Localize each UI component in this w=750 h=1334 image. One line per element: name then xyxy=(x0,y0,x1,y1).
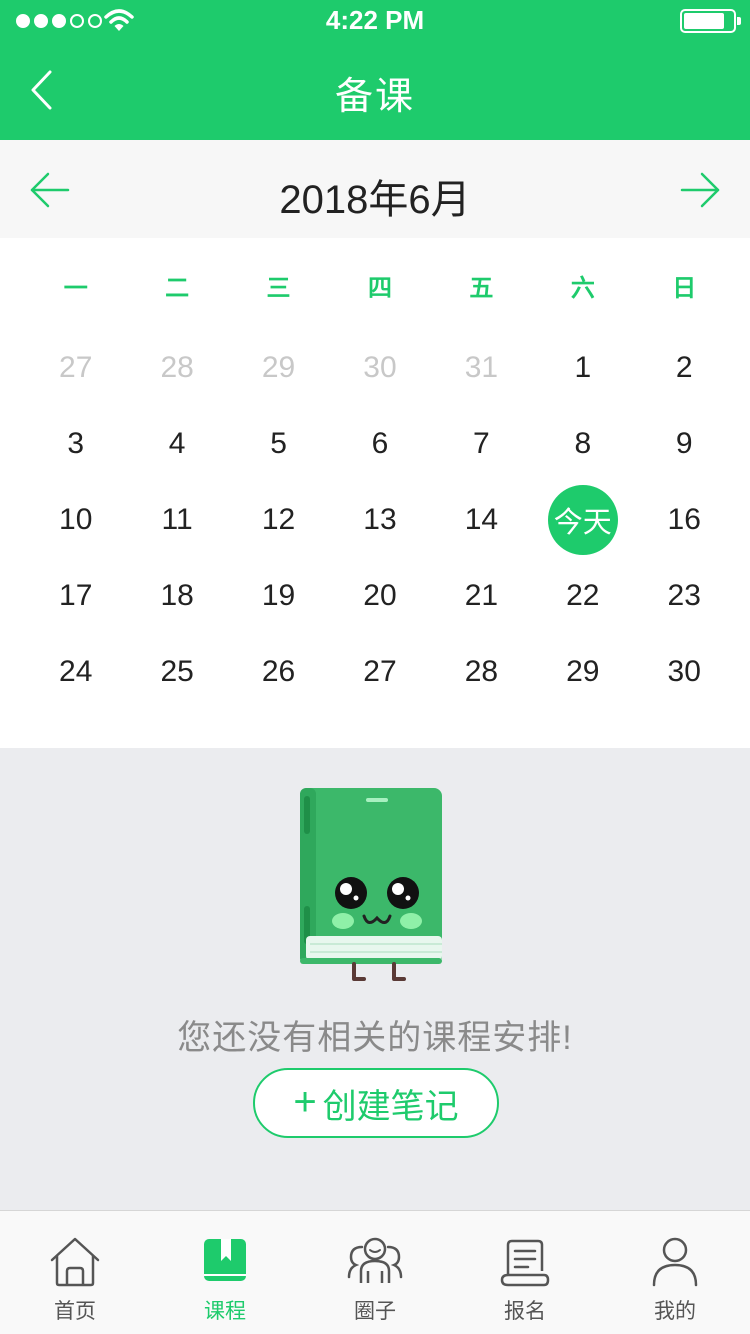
book-mascot-icon xyxy=(300,788,442,981)
calendar-day[interactable]: 1 xyxy=(532,330,633,406)
calendar-day[interactable]: 11 xyxy=(126,482,227,558)
calendar-day[interactable]: 20 xyxy=(329,558,430,634)
calendar-day[interactable]: 23 xyxy=(634,558,735,634)
calendar-day[interactable]: 18 xyxy=(126,558,227,634)
today-marker: 今天 xyxy=(547,485,618,555)
calendar-day[interactable]: 16 xyxy=(634,482,735,558)
person-icon xyxy=(652,1237,698,1287)
calendar-day[interactable]: 24 xyxy=(25,634,126,710)
tab-signup[interactable]: 报名 xyxy=(450,1211,600,1334)
calendar-day[interactable]: 29 xyxy=(228,330,329,406)
calendar-day[interactable]: 25 xyxy=(126,634,227,710)
calendar-day[interactable]: 27 xyxy=(25,330,126,406)
weekday-header: 一 二 三 四 五 六 日 xyxy=(25,268,735,303)
calendar-day[interactable]: 31 xyxy=(431,330,532,406)
status-time: 4:22 PM xyxy=(325,5,425,35)
calendar-day[interactable]: 9 xyxy=(634,406,735,482)
plus-icon: + xyxy=(293,1079,317,1124)
scroll-icon xyxy=(500,1239,550,1287)
calendar-day[interactable]: 21 xyxy=(431,558,532,634)
weekday-label: 五 xyxy=(469,275,494,302)
calendar-day[interactable]: 29 xyxy=(532,634,633,710)
next-month-button[interactable] xyxy=(678,170,722,210)
calendar-day[interactable]: 13 xyxy=(329,482,430,558)
weekday-label: 六 xyxy=(570,275,595,302)
tab-mine[interactable]: 我的 xyxy=(600,1211,750,1334)
tab-course[interactable]: 课程 xyxy=(150,1211,300,1334)
calendar-day[interactable]: 3 xyxy=(25,406,126,482)
weekday-label: 日 xyxy=(672,275,697,302)
calendar-day[interactable]: 26 xyxy=(228,634,329,710)
calendar-day[interactable]: 2 xyxy=(634,330,735,406)
group-icon xyxy=(347,1237,403,1283)
home-icon xyxy=(50,1237,100,1287)
tab-label: 圈子 xyxy=(354,1300,396,1323)
calendar: 一 二 三 四 五 六 日 27 28 29 30 31 1 2 3 4 5 6 7 8 9 10 11 12 1… xyxy=(0,238,750,748)
calendar-day[interactable]: 6 xyxy=(329,406,430,482)
month-title: 2018年6月 xyxy=(279,178,471,222)
calendar-day[interactable]: 4 xyxy=(126,406,227,482)
calendar-day[interactable]: 28 xyxy=(431,634,532,710)
calendar-day[interactable]: 5 xyxy=(228,406,329,482)
calendar-day[interactable]: 30 xyxy=(329,330,430,406)
bookmark-book-icon xyxy=(204,1239,246,1281)
nav-bar: 备课 xyxy=(0,40,750,140)
calendar-day[interactable]: 8 xyxy=(532,406,633,482)
empty-message: 您还没有相关的课程安排! xyxy=(177,1019,573,1057)
calendar-day[interactable]: 19 xyxy=(228,558,329,634)
calendar-day[interactable]: 10 xyxy=(25,482,126,558)
calendar-day[interactable]: 27 xyxy=(329,634,430,710)
month-switcher: 2018年6月 xyxy=(0,140,750,238)
create-note-button[interactable]: + 创建笔记 xyxy=(253,1068,499,1138)
tab-home[interactable]: 首页 xyxy=(0,1211,150,1334)
page-title: 备课 xyxy=(334,76,415,118)
days-grid: 27 28 29 30 31 1 2 3 4 5 6 7 8 9 10 11 12 13 14 今天 16 17 18 19 2… xyxy=(25,330,735,710)
battery-icon xyxy=(680,9,741,33)
calendar-day[interactable]: 28 xyxy=(126,330,227,406)
tab-bar: 首页 课程 圈子 报名 我的 xyxy=(0,1210,750,1334)
weekday-label: 三 xyxy=(266,275,291,302)
tab-circle[interactable]: 圈子 xyxy=(300,1211,450,1334)
weekday-label: 四 xyxy=(367,275,392,302)
calendar-day-today[interactable]: 今天 xyxy=(532,482,633,558)
create-note-label: 创建笔记 xyxy=(322,1087,459,1126)
tab-label: 首页 xyxy=(54,1300,96,1323)
tab-label: 报名 xyxy=(504,1300,546,1323)
weekday-label: 二 xyxy=(165,275,190,302)
calendar-day[interactable]: 7 xyxy=(431,406,532,482)
tab-label: 我的 xyxy=(654,1300,696,1323)
status-bar: 4:22 PM xyxy=(0,0,750,40)
calendar-day[interactable]: 22 xyxy=(532,558,633,634)
calendar-day[interactable]: 30 xyxy=(634,634,735,710)
tab-label: 课程 xyxy=(204,1300,246,1323)
empty-state: 您还没有相关的课程安排! + 创建笔记 xyxy=(0,748,750,1210)
calendar-day[interactable]: 12 xyxy=(228,482,329,558)
calendar-day[interactable]: 17 xyxy=(25,558,126,634)
weekday-label: 一 xyxy=(63,275,88,302)
calendar-day[interactable]: 14 xyxy=(431,482,532,558)
